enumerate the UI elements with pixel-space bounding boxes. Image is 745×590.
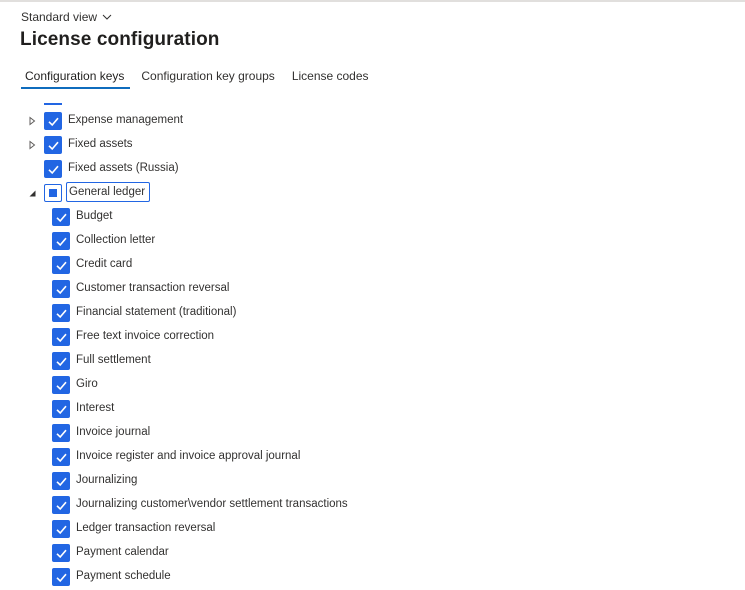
- tree-child-item[interactable]: Payment schedule: [0, 565, 745, 589]
- tree-child-item[interactable]: Journalizing customer\vendor settlement …: [0, 493, 745, 517]
- checkmark-icon: [47, 165, 59, 174]
- tree-child-item[interactable]: Payment calendar: [0, 541, 745, 565]
- tree-item-label: Payment calendar: [76, 546, 169, 558]
- tree-item-checkbox[interactable]: [44, 184, 62, 202]
- collapse-triangle-icon[interactable]: [25, 186, 39, 200]
- checkmark-icon: [55, 333, 67, 342]
- tree-item-label: Expense management: [68, 114, 184, 126]
- tree-child-item[interactable]: Giro: [0, 373, 745, 397]
- tree-item-label: Invoice journal: [76, 426, 151, 438]
- tree-item-checkbox[interactable]: [52, 520, 70, 538]
- checkmark-icon: [47, 141, 59, 150]
- tree-item-checkbox[interactable]: [44, 160, 62, 178]
- checkmark-icon: [55, 429, 67, 438]
- tree-item[interactable]: General ledger: [0, 181, 745, 205]
- tree-item-label: Fixed assets (Russia): [68, 162, 179, 174]
- checkmark-icon: [55, 477, 67, 486]
- tree-item-label: Full settlement: [76, 354, 151, 366]
- tree-item-checkbox[interactable]: [52, 400, 70, 418]
- tree-child-item[interactable]: Journalizing: [0, 469, 745, 493]
- tree-item-checkbox[interactable]: [52, 448, 70, 466]
- tree-item-checkbox[interactable]: [52, 304, 70, 322]
- tree-item-label: Giro: [76, 378, 98, 390]
- tree-item-checkbox[interactable]: [52, 256, 70, 274]
- checkmark-icon: [47, 117, 59, 126]
- tree-child-item[interactable]: Interest: [0, 397, 745, 421]
- tree-item-label: Journalizing: [76, 474, 138, 486]
- tree-item-label: Fixed assets: [68, 138, 133, 150]
- tree-item-label: Collection letter: [76, 234, 156, 246]
- tree-item-label: General ledger: [66, 182, 151, 202]
- expand-triangle-icon[interactable]: [25, 114, 39, 128]
- tree-item-label: Free text invoice correction: [76, 330, 215, 342]
- checkmark-icon: [55, 501, 67, 510]
- tree-item-checkbox[interactable]: [52, 232, 70, 250]
- tree-item-checkbox[interactable]: [52, 208, 70, 226]
- tree-item-checkbox[interactable]: [52, 352, 70, 370]
- chevron-down-icon: [102, 14, 112, 20]
- tree-item-checkbox[interactable]: [52, 544, 70, 562]
- checkmark-icon: [55, 309, 67, 318]
- tree-item-label: Interest: [76, 402, 115, 414]
- tree-item-label: Financial statement (traditional): [76, 306, 237, 318]
- page-title: License configuration: [20, 29, 220, 50]
- tree-item-label: Journalizing customer\vendor settlement …: [76, 498, 348, 510]
- tree-item[interactable]: Expense management: [0, 109, 745, 133]
- checkmark-icon: [55, 405, 67, 414]
- top-border: [0, 0, 745, 2]
- checkmark-icon: [55, 549, 67, 558]
- checkmark-icon: [55, 285, 67, 294]
- partial-row-edge: [44, 103, 62, 105]
- checkmark-icon: [55, 573, 67, 582]
- checkmark-icon: [55, 213, 67, 222]
- tree-item[interactable]: Fixed assets: [0, 133, 745, 157]
- tab-configuration-keys[interactable]: Configuration keys: [19, 64, 131, 89]
- checkmark-icon: [55, 381, 67, 390]
- tree-item-checkbox[interactable]: [52, 376, 70, 394]
- tree-item-checkbox[interactable]: [52, 496, 70, 514]
- tree-item-checkbox[interactable]: [52, 328, 70, 346]
- tree-item-checkbox[interactable]: [52, 472, 70, 490]
- tree-child-item[interactable]: Invoice journal: [0, 421, 745, 445]
- checkmark-icon: [55, 357, 67, 366]
- tab-license-codes[interactable]: License codes: [286, 64, 375, 89]
- tree-child-item[interactable]: Ledger transaction reversal: [0, 517, 745, 541]
- tree-item-checkbox[interactable]: [52, 568, 70, 586]
- tree-child-item[interactable]: Invoice register and invoice approval jo…: [0, 445, 745, 469]
- tree-child-item[interactable]: Collection letter: [0, 229, 745, 253]
- checkmark-icon: [55, 525, 67, 534]
- partial-check-icon: [49, 189, 57, 197]
- tree-child-item[interactable]: Credit card: [0, 253, 745, 277]
- tree-item[interactable]: Fixed assets (Russia): [0, 157, 745, 181]
- tree-item-checkbox[interactable]: [52, 424, 70, 442]
- view-selector[interactable]: Standard view: [21, 10, 112, 24]
- tree-item-label: Ledger transaction reversal: [76, 522, 216, 534]
- tree-child-item[interactable]: Free text invoice correction: [0, 325, 745, 349]
- view-selector-label: Standard view: [21, 10, 98, 24]
- tree-child-item[interactable]: Budget: [0, 205, 745, 229]
- tree-child-item[interactable]: Financial statement (traditional): [0, 301, 745, 325]
- checkmark-icon: [55, 453, 67, 462]
- checkmark-icon: [55, 237, 67, 246]
- tab-strip: Configuration keys Configuration key gro…: [19, 64, 380, 89]
- tab-configuration-key-groups[interactable]: Configuration key groups: [135, 64, 280, 89]
- tree-item-checkbox[interactable]: [52, 280, 70, 298]
- tree-item-label: Invoice register and invoice approval jo…: [76, 450, 301, 462]
- tree-item-label: Customer transaction reversal: [76, 282, 230, 294]
- tree-child-item[interactable]: Full settlement: [0, 349, 745, 373]
- tree-child-item[interactable]: Customer transaction reversal: [0, 277, 745, 301]
- checkmark-icon: [55, 261, 67, 270]
- expand-triangle-icon[interactable]: [25, 138, 39, 152]
- tree-item-checkbox[interactable]: [44, 112, 62, 130]
- tree-item-label: Budget: [76, 210, 113, 222]
- tree-item-label: Payment schedule: [76, 570, 171, 582]
- tree-item-checkbox[interactable]: [44, 136, 62, 154]
- tree-item-label: Credit card: [76, 258, 133, 270]
